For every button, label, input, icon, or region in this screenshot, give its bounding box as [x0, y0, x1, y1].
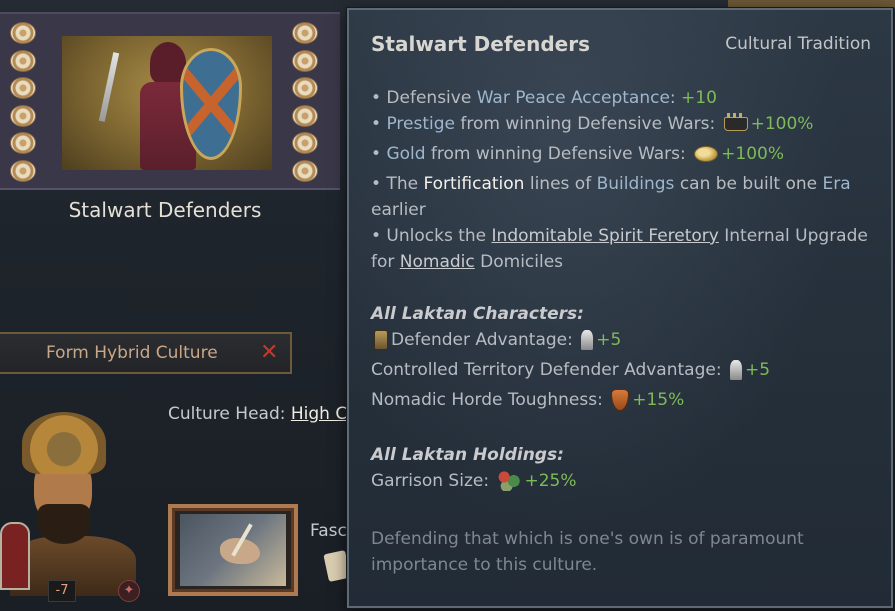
- buildings-link[interactable]: Buildings: [597, 174, 675, 194]
- tooltip-title: Stalwart Defenders: [371, 32, 590, 56]
- writing-scene-frame[interactable]: [168, 504, 298, 596]
- effect-value: +100%: [721, 144, 785, 164]
- war-peace-acceptance-link[interactable]: War Peace Acceptance: [477, 88, 670, 108]
- effect-text: for: [371, 252, 400, 272]
- modifier-label: Controlled Territory Defender Advantage:: [371, 360, 727, 380]
- effect-text: • The: [371, 174, 424, 194]
- prestige-icon: [723, 113, 748, 131]
- ornament-icon: [292, 104, 318, 127]
- advantage-icon: [581, 330, 594, 350]
- ornament-icon: [10, 22, 36, 44]
- effect-text: • Defensive: [371, 88, 477, 108]
- indomitable-spirit-feretory-link[interactable]: Indomitable Spirit Feretory: [492, 226, 719, 246]
- culture-head-label: Culture Head:: [168, 404, 291, 424]
- characters-section-heading: All Laktan Characters:: [371, 304, 584, 324]
- portrait-fur-helmet: [22, 412, 106, 474]
- effect-unlock-upgrade-cont: for Nomadic Domiciles: [371, 252, 563, 272]
- effect-fortification-cont: earlier: [371, 200, 426, 220]
- modifier-value: +25%: [524, 471, 577, 491]
- garrison-size-row: Garrison Size: +25%: [371, 471, 577, 491]
- ornament-icon: [292, 22, 318, 44]
- effect-war-peace-acceptance: • Defensive War Peace Acceptance: +10: [371, 88, 717, 108]
- effect-text: Internal Upgrade: [718, 226, 868, 246]
- effect-text: •: [371, 114, 387, 134]
- effect-value: +100%: [750, 114, 814, 134]
- effect-text: from winning Defensive Wars:: [454, 114, 721, 134]
- realm-banner-icon[interactable]: [0, 522, 30, 590]
- modifier-value: +5: [744, 360, 771, 380]
- writing-scene-illustration: [180, 514, 286, 586]
- fortification-link[interactable]: Fortification: [423, 174, 524, 194]
- ornament-icon: [292, 49, 318, 72]
- holdings-section-heading: All Laktan Holdings:: [371, 445, 564, 465]
- toughness-shield-icon: [611, 389, 630, 411]
- modifier-label: Defender Advantage:: [391, 330, 579, 350]
- horde-toughness-row: Nomadic Horde Toughness: +15%: [371, 389, 684, 411]
- ornament-icon: [10, 77, 36, 100]
- form-hybrid-culture-button[interactable]: Form Hybrid Culture ✕: [0, 332, 292, 374]
- effect-prestige: • Prestige from winning Defensive Wars: …: [371, 113, 814, 134]
- tooltip-flavor-text: Defending that which is one's own is of …: [371, 529, 804, 575]
- character-portrait[interactable]: -7 ✦: [0, 412, 150, 611]
- effect-text: from winning Defensive Wars:: [425, 144, 692, 164]
- culture-head-line: Culture Head: High C: [168, 404, 347, 424]
- garrison-icon: [497, 471, 522, 491]
- territory-defender-advantage-row: Controlled Territory Defender Advantage:…: [371, 360, 770, 380]
- opinion-badge[interactable]: -7: [48, 580, 76, 602]
- portrait-beard: [38, 504, 90, 544]
- ornament-icon: [292, 159, 318, 182]
- culture-head-link[interactable]: High C: [291, 404, 347, 424]
- tradition-illustration: [62, 36, 272, 170]
- prestige-link[interactable]: Prestige: [386, 114, 455, 134]
- effect-text: Domiciles: [474, 252, 564, 272]
- effect-unlock-upgrade: • Unlocks the Indomitable Spirit Feretor…: [371, 226, 868, 246]
- sword-illustration: [98, 52, 120, 122]
- effect-text: :: [669, 88, 682, 108]
- fox-trait-icon[interactable]: ✦: [118, 580, 140, 602]
- ornament-column-left: [10, 22, 40, 182]
- ornament-column-right: [292, 22, 322, 182]
- helmet-icon: [374, 330, 388, 350]
- close-icon[interactable]: ✕: [260, 340, 278, 365]
- ornament-icon: [10, 159, 36, 182]
- effect-gold: • Gold from winning Defensive Wars: +100…: [371, 144, 784, 164]
- effect-text: • Unlocks the: [371, 226, 492, 246]
- effect-text: can be built one: [674, 174, 823, 194]
- top-corner-artwork: [728, 0, 895, 8]
- modifier-label: Garrison Size:: [371, 471, 495, 491]
- tooltip-category: Cultural Tradition: [725, 34, 871, 54]
- modifier-value: +5: [596, 330, 622, 350]
- effect-text: •: [371, 144, 387, 164]
- tradition-card[interactable]: [0, 12, 340, 190]
- effect-text: lines of: [524, 174, 597, 194]
- effect-fortification: • The Fortification lines of Buildings c…: [371, 174, 851, 194]
- ornament-icon: [292, 132, 318, 155]
- gold-link[interactable]: Gold: [386, 144, 425, 164]
- nomadic-link[interactable]: Nomadic: [400, 252, 475, 272]
- tradition-title: Stalwart Defenders: [68, 198, 262, 222]
- ornament-icon: [10, 49, 36, 72]
- ornament-icon: [10, 104, 36, 127]
- gold-icon: [694, 146, 719, 162]
- tradition-tooltip: Stalwart Defenders Cultural Tradition • …: [347, 8, 893, 608]
- era-link[interactable]: Era: [823, 174, 851, 194]
- ornament-icon: [292, 77, 318, 100]
- side-panel-label: Fasc: [310, 521, 347, 541]
- modifier-value: +15%: [632, 390, 685, 410]
- ornament-icon: [10, 132, 36, 155]
- defender-advantage-row: Defender Advantage: +5: [371, 330, 621, 350]
- advantage-icon: [729, 360, 742, 380]
- modifier-label: Nomadic Horde Toughness:: [371, 390, 609, 410]
- form-hybrid-culture-label: Form Hybrid Culture: [46, 343, 218, 363]
- effect-value: +10: [681, 88, 717, 108]
